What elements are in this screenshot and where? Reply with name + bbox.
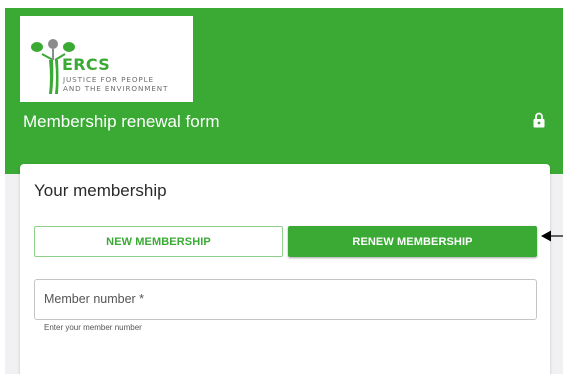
member-number-field[interactable]: Member number * [34,279,537,320]
lock-icon [533,112,545,128]
renew-membership-button[interactable]: RENEW MEMBERSHIP [288,226,537,257]
logo-tagline-line2: AND THE ENVIRONMENT [63,84,169,93]
membership-card: Your membership NEW MEMBERSHIP RENEW MEM… [20,164,550,374]
member-number-helper: Enter your member number [44,323,142,332]
member-number-label: Member number * [44,292,145,306]
page-title: Membership renewal form [23,112,220,131]
new-membership-button[interactable]: NEW MEMBERSHIP [34,226,283,257]
arrow-left-icon [541,230,563,242]
page: ERCS JUSTICE FOR PEOPLE AND THE ENVIRONM… [5,8,563,374]
logo[interactable]: ERCS JUSTICE FOR PEOPLE AND THE ENVIRONM… [20,16,193,102]
section-title: Your membership [34,181,167,200]
logo-name: ERCS [62,55,111,74]
logo-tagline-line1: JUSTICE FOR PEOPLE [63,75,154,84]
